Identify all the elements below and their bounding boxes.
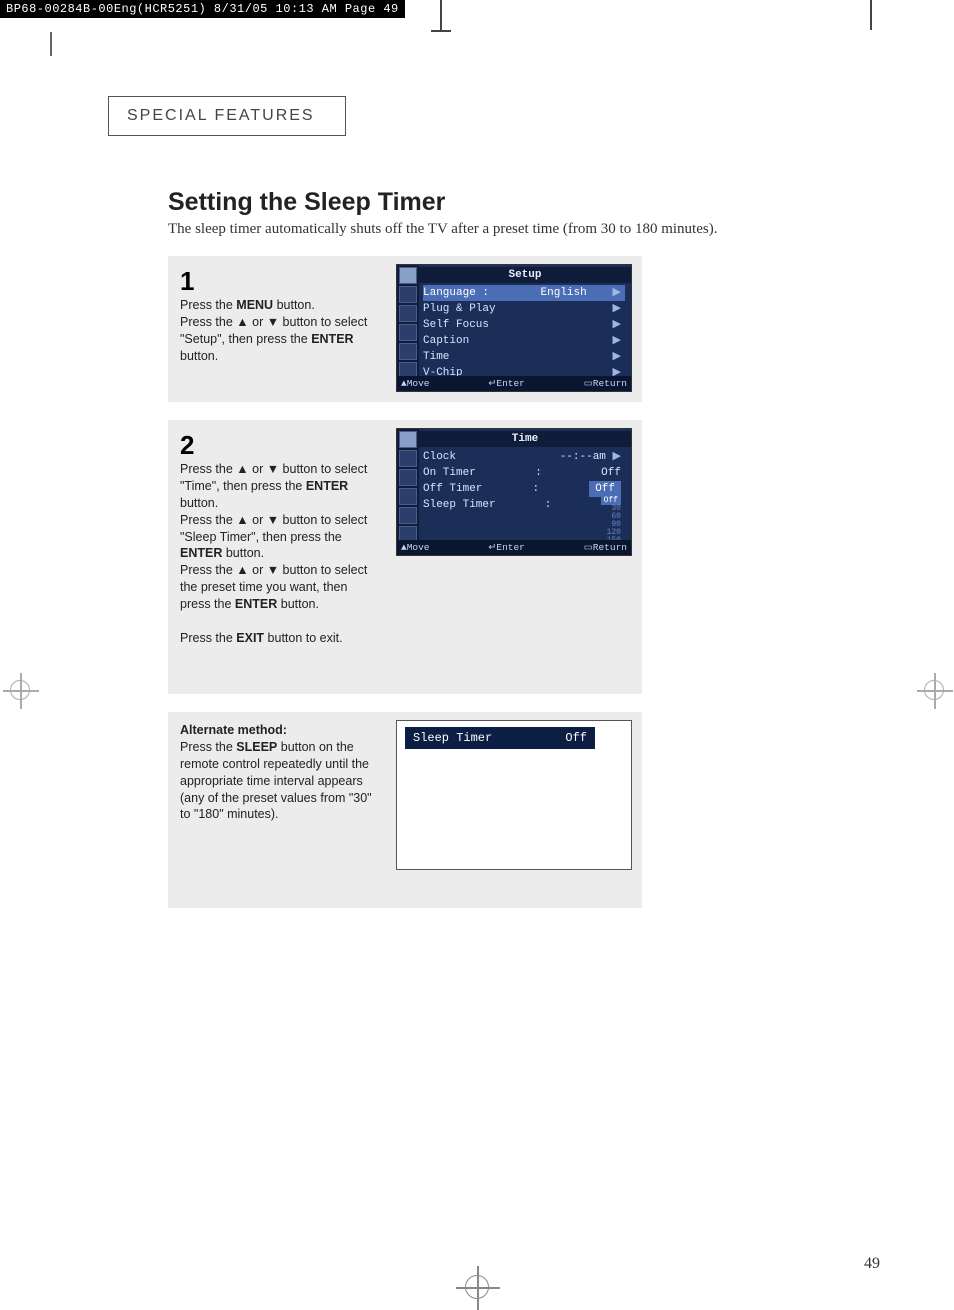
step-1-text: Press the MENU button. Press the ▲ or ▼ … [180, 297, 380, 365]
step-2-text: Press the ▲ or ▼ button to select "Time"… [180, 461, 380, 647]
osd-row-language: Language : English ▶ [423, 285, 625, 301]
text: Press the [180, 631, 236, 645]
footer-move: ▲Move [401, 542, 430, 553]
footer-return: ▭Return [584, 542, 627, 553]
osd-tab-icon [399, 431, 417, 448]
registration-mark-icon [924, 680, 944, 700]
footer-return: ▭Return [584, 378, 627, 389]
osd-tab-icon [399, 507, 417, 524]
alternate-text: Alternate method: Press the SLEEP button… [180, 722, 380, 823]
colon: : [535, 465, 542, 481]
label: On Timer [423, 465, 476, 481]
footer-enter: ↵Enter [488, 378, 524, 389]
osd-setup-panel: TV Setup Language : English ▶ Plug & Pla… [396, 264, 632, 392]
osd-tab-icon [399, 469, 417, 486]
alternate-method-block: Alternate method: Press the SLEEP button… [168, 712, 642, 908]
label: Caption [423, 333, 469, 349]
osd-footer: ▲Move ↵Enter ▭Return [397, 376, 631, 391]
footer-enter: ↵Enter [488, 542, 524, 553]
bold: SLEEP [236, 740, 277, 754]
label: Time [423, 349, 449, 365]
arrow-right-icon: ▶ [613, 451, 621, 463]
osd-tab-icon [399, 267, 417, 284]
osd-row: Time ▶ [423, 349, 625, 365]
osd-row-ontimer: On Timer: Off [423, 465, 625, 481]
osd-row: Plug & Play ▶ [423, 301, 625, 317]
arrow-right-icon: ▶ [613, 301, 621, 317]
page-number: 49 [864, 1255, 880, 1273]
bold: ENTER [306, 479, 348, 493]
osd-time-panel: TV Time Clock--:--am ▶ On Timer:Off Off … [396, 428, 632, 556]
osd-tab-column [397, 429, 419, 541]
text: Press the [180, 740, 236, 754]
value-highlight: Off [589, 481, 621, 497]
text: button. [277, 597, 319, 611]
bold: EXIT [236, 631, 264, 645]
registration-mark-icon [465, 1275, 489, 1299]
bold: ENTER [235, 597, 277, 611]
bold: ENTER [311, 332, 353, 346]
sleep-value: Off [565, 731, 587, 745]
text: button. [180, 349, 218, 363]
value: --:--am [560, 451, 606, 463]
osd-body: Clock--:--am ▶ On Timer:Off Off Timer:Of… [423, 449, 625, 539]
osd-row: Self Focus ▶ [423, 317, 625, 333]
value: English [541, 285, 587, 301]
osd-tab-icon [399, 343, 417, 360]
osd-tab-icon [399, 488, 417, 505]
label: Self Focus [423, 317, 489, 333]
osd-tab-column [397, 265, 419, 377]
step-2-block: 2 Press the ▲ or ▼ button to select "Tim… [168, 420, 642, 694]
alternate-heading: Alternate method: [180, 723, 287, 737]
print-header-bar: BP68-00284B-00Eng(HCR5251) 8/31/05 10:13… [0, 0, 405, 18]
arrow-right-icon: ▶ [606, 285, 621, 301]
label: Sleep Timer [423, 497, 496, 513]
text: Press the ▲ or ▼ button to select "Sleep… [180, 513, 367, 544]
crop-mark [440, 0, 442, 30]
osd-row: Caption ▶ [423, 333, 625, 349]
osd-title: Time [419, 431, 631, 447]
intro-text: The sleep timer automatically shuts off … [168, 221, 717, 238]
crop-mark [50, 32, 52, 56]
osd-tab-icon [399, 450, 417, 467]
arrow-right-icon: ▶ [613, 333, 621, 349]
bold: MENU [236, 298, 273, 312]
registration-mark-icon [10, 680, 30, 700]
text: button. [180, 496, 218, 510]
footer-move: ▲Move [401, 378, 430, 389]
arrow-right-icon: ▶ [613, 317, 621, 333]
colon: : [533, 481, 540, 497]
label: Off Timer [423, 481, 482, 497]
text: button. [222, 546, 264, 560]
osd-title: Setup [419, 267, 631, 283]
text: button to exit. [264, 631, 343, 645]
text: button. [273, 298, 315, 312]
sleep-timer-box: Sleep Timer Off [396, 720, 632, 870]
osd-tab-icon [399, 324, 417, 341]
bold: ENTER [180, 546, 222, 560]
sleep-label: Sleep Timer [413, 731, 492, 745]
value: Off [601, 465, 621, 481]
osd-tab-icon [399, 286, 417, 303]
text: Press the [180, 298, 236, 312]
osd-footer: ▲Move ↵Enter ▭Return [397, 540, 631, 555]
crop-mark [870, 0, 872, 30]
section-tab: SPECIAL FEATURES [108, 96, 346, 136]
label: Language : [423, 285, 489, 301]
osd-row-clock: Clock --:--am ▶ [423, 449, 625, 465]
step-1-block: 1 Press the MENU button. Press the ▲ or … [168, 256, 642, 402]
label: Plug & Play [423, 301, 496, 317]
colon: : [545, 497, 552, 513]
osd-row-offtimer: Off Timer: Off [423, 481, 625, 497]
page-title: Setting the Sleep Timer [168, 188, 445, 217]
sleep-timer-bar: Sleep Timer Off [405, 727, 595, 749]
osd-body: Language : English ▶ Plug & Play ▶ Self F… [423, 285, 625, 375]
arrow-right-icon: ▶ [613, 349, 621, 365]
label: Clock [423, 449, 456, 465]
osd-tab-icon [399, 305, 417, 322]
